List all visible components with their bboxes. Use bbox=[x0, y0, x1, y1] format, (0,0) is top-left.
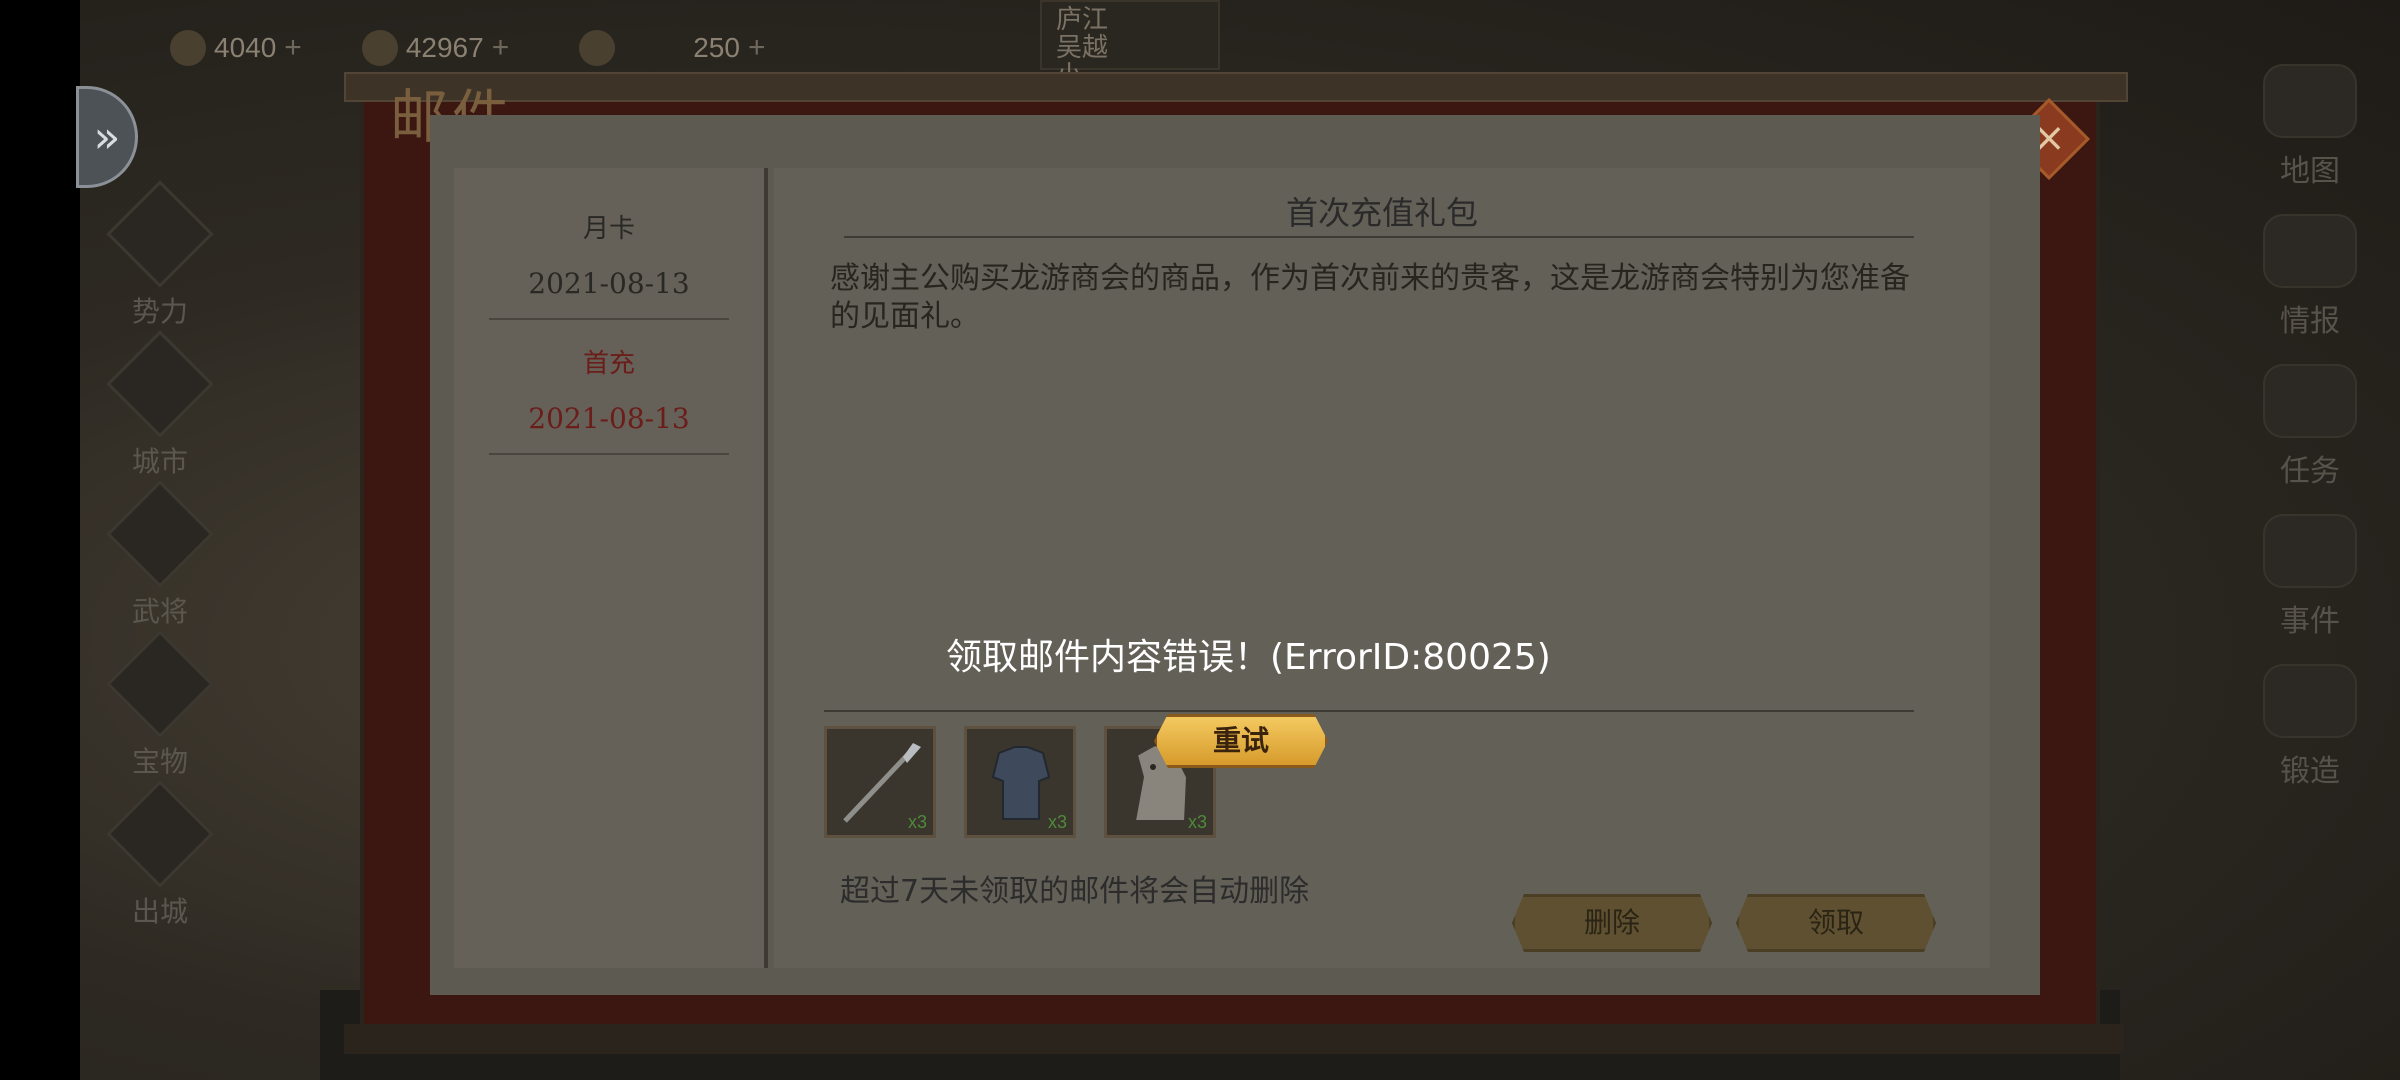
menu-label: 锻造 bbox=[2280, 754, 2340, 789]
menu-label: 势力 bbox=[131, 295, 188, 328]
menu-label: 城市 bbox=[131, 445, 188, 478]
scroll-rod-bottom bbox=[344, 1024, 2124, 1054]
forge-icon bbox=[2263, 664, 2357, 738]
resource-bar: 4040 + 42967 + 250 + bbox=[170, 18, 765, 78]
mail-list: 月卡 2021-08-13 首充 2021-08-13 bbox=[454, 168, 768, 968]
mail-item-title: 首充 bbox=[582, 349, 635, 379]
menu-map[interactable]: 地图 bbox=[2240, 40, 2380, 190]
resource-coin[interactable]: 4040 + bbox=[170, 30, 302, 66]
menu-event[interactable]: 事件 bbox=[2240, 490, 2380, 640]
menu-label: 任务 bbox=[2280, 454, 2340, 489]
resource-gold[interactable]: 250 + bbox=[579, 30, 765, 66]
coin-value: 4040 bbox=[214, 32, 277, 63]
quest-icon bbox=[2263, 364, 2357, 438]
menu-label: 地图 bbox=[2280, 154, 2340, 189]
mail-list-item[interactable]: 月卡 2021-08-13 bbox=[484, 208, 734, 320]
item-count: x3 bbox=[1187, 812, 1207, 832]
coin-icon bbox=[170, 30, 206, 66]
plus-icon[interactable]: + bbox=[284, 31, 302, 65]
item-count: x3 bbox=[907, 812, 927, 832]
general-icon bbox=[106, 480, 214, 588]
plus-icon[interactable]: + bbox=[748, 31, 766, 65]
error-message: 领取邮件内容错误！(ErrorID:80025) bbox=[946, 637, 1551, 678]
mail-item-title: 月卡 bbox=[582, 214, 635, 244]
attachment-item[interactable]: x3 bbox=[964, 726, 1076, 838]
gold-ingot-icon bbox=[579, 30, 616, 66]
item-count: x3 bbox=[1047, 812, 1067, 832]
mail-item-date: 2021-08-13 bbox=[528, 402, 690, 435]
menu-city[interactable]: 城市 bbox=[90, 330, 230, 480]
attachment-item[interactable]: x3 bbox=[824, 726, 936, 838]
location-label[interactable]: 庐江 吴越 小 bbox=[1040, 0, 1220, 90]
map-icon bbox=[2263, 64, 2357, 138]
menu-faction[interactable]: 势力 bbox=[90, 180, 230, 330]
gate-icon bbox=[106, 780, 214, 888]
divider bbox=[489, 453, 729, 455]
food-value: 42967 bbox=[405, 32, 484, 63]
divider bbox=[489, 318, 729, 320]
right-side-menu: 地图 情报 任务 事件 锻造 bbox=[2240, 40, 2380, 790]
plus-icon[interactable]: + bbox=[492, 31, 510, 65]
menu-label: 武将 bbox=[131, 595, 188, 628]
menu-label: 出城 bbox=[131, 895, 188, 928]
scroll-rod-top bbox=[344, 72, 2128, 102]
event-icon bbox=[2263, 514, 2357, 588]
mail-content: 首次充值礼包 感谢主公购买龙游商会的商品，作为首次前来的贵客，这是龙游商会特别为… bbox=[774, 168, 1990, 968]
intel-icon bbox=[2263, 214, 2357, 288]
delete-button[interactable]: 删除 bbox=[1512, 894, 1712, 952]
mail-subject: 首次充值礼包 bbox=[1285, 195, 1478, 231]
letterbox-bar bbox=[0, 0, 80, 1080]
gold-value: 250 bbox=[693, 32, 740, 63]
menu-treasure[interactable]: 宝物 bbox=[90, 630, 230, 780]
treasure-icon bbox=[106, 630, 214, 738]
menu-label: 情报 bbox=[2280, 304, 2340, 339]
menu-label: 事件 bbox=[2280, 604, 2340, 639]
food-icon bbox=[361, 30, 398, 66]
city-icon bbox=[106, 330, 214, 438]
menu-sortie[interactable]: 出城 bbox=[90, 780, 230, 930]
menu-label: 宝物 bbox=[131, 745, 188, 778]
resource-food[interactable]: 42967 + bbox=[361, 30, 510, 66]
menu-forge[interactable]: 锻造 bbox=[2240, 640, 2380, 790]
divider bbox=[824, 710, 1914, 712]
auto-delete-notice: 超过7天未领取的邮件将会自动删除 bbox=[840, 874, 1310, 909]
menu-intel[interactable]: 情报 bbox=[2240, 190, 2380, 340]
mail-list-item-selected[interactable]: 首充 2021-08-13 bbox=[484, 343, 734, 455]
left-side-menu: 势力 城市 武将 宝物 出城 bbox=[90, 180, 230, 930]
menu-generals[interactable]: 武将 bbox=[90, 480, 230, 630]
faction-icon bbox=[106, 180, 214, 288]
mail-item-date: 2021-08-13 bbox=[528, 267, 690, 300]
double-chevron-right-icon: » bbox=[93, 111, 121, 163]
retry-button[interactable]: 重试 bbox=[1154, 714, 1328, 768]
claim-button[interactable]: 领取 bbox=[1736, 894, 1936, 952]
divider bbox=[844, 236, 1914, 238]
mail-body: 感谢主公购买龙游商会的商品，作为首次前来的贵客，这是龙游商会特别为您准备的见面礼… bbox=[830, 261, 1910, 334]
menu-quest[interactable]: 任务 bbox=[2240, 340, 2380, 490]
